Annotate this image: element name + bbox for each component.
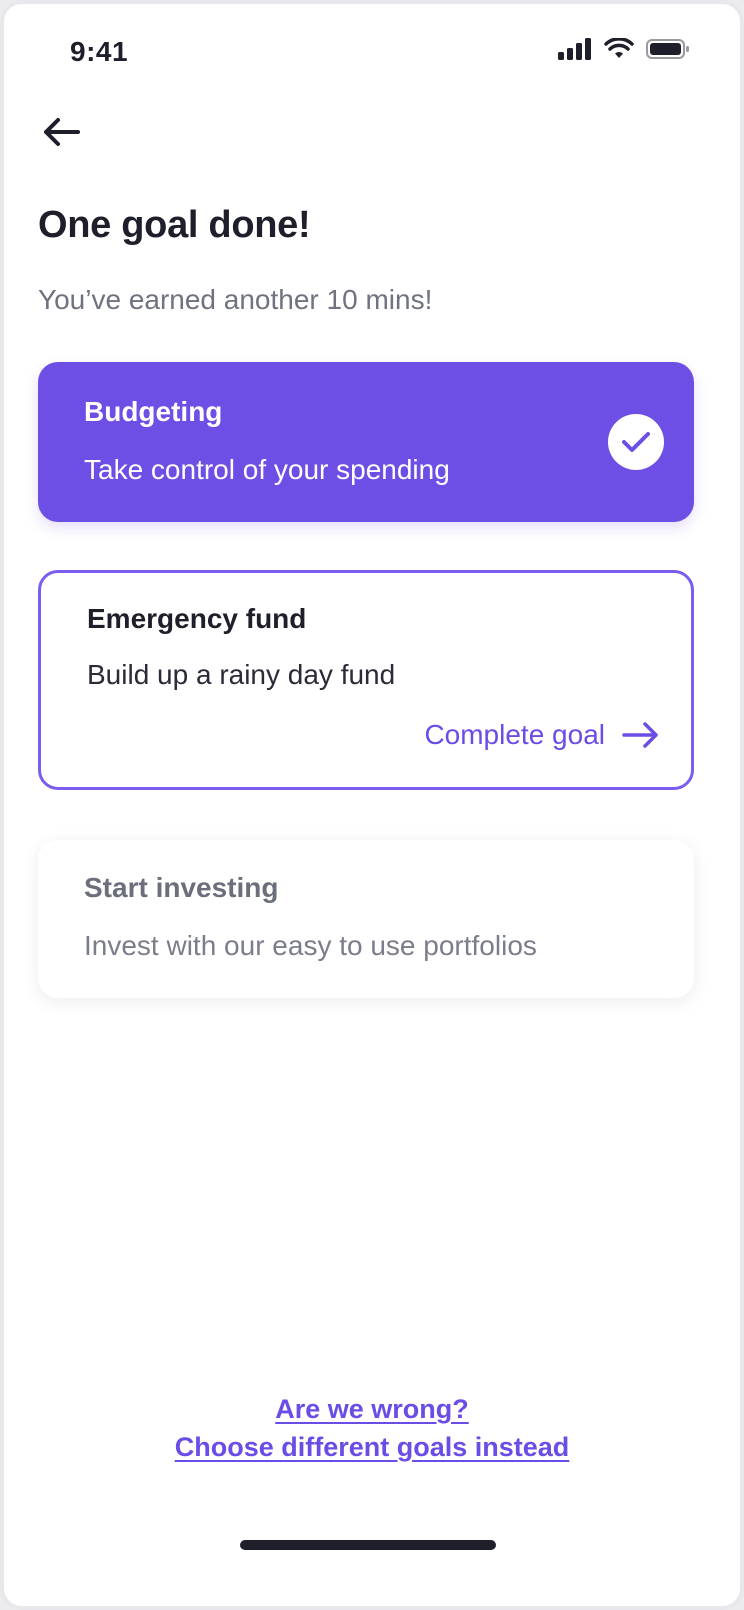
goal-description: Take control of your spending (84, 454, 450, 485)
goal-card-start-investing[interactable]: Start investing Invest with our easy to … (38, 840, 694, 998)
checkmark-icon (622, 432, 650, 452)
change-goals-links: Are we wrong? Choose different goals ins… (4, 1390, 740, 1466)
status-icons (558, 38, 690, 60)
choose-different-goals-link[interactable]: Choose different goals instead (4, 1428, 740, 1466)
goal-card-emergency-fund[interactable]: Emergency fund Build up a rainy day fund… (38, 570, 694, 790)
wifi-icon (604, 38, 634, 58)
arrow-right-icon (622, 722, 658, 748)
phone-screen: 9:41 One goal done! You’ve earned anothe… (0, 0, 744, 1610)
page-title: One goal done! (38, 204, 311, 246)
status-time: 9:41 (70, 36, 129, 67)
battery-icon (646, 39, 689, 59)
home-indicator[interactable] (240, 1540, 496, 1550)
complete-goal-label: Complete goal (424, 719, 605, 750)
complete-goal-link[interactable]: Complete goal (424, 719, 661, 751)
are-we-wrong-link[interactable]: Are we wrong? (4, 1390, 740, 1428)
page-subtitle: You’ve earned another 10 mins! (38, 284, 433, 315)
goal-card-budgeting[interactable]: Budgeting Take control of your spending (38, 362, 694, 522)
goal-description: Invest with our easy to use portfolios (84, 930, 537, 961)
goal-description: Build up a rainy day fund (87, 659, 396, 690)
goal-title: Start investing (84, 872, 279, 903)
goal-title: Budgeting (84, 396, 223, 427)
back-button[interactable] (40, 114, 84, 150)
completed-badge (608, 414, 664, 470)
goal-title: Emergency fund (87, 603, 307, 634)
arrow-left-icon (44, 118, 80, 146)
cellular-signal-icon (558, 38, 591, 60)
